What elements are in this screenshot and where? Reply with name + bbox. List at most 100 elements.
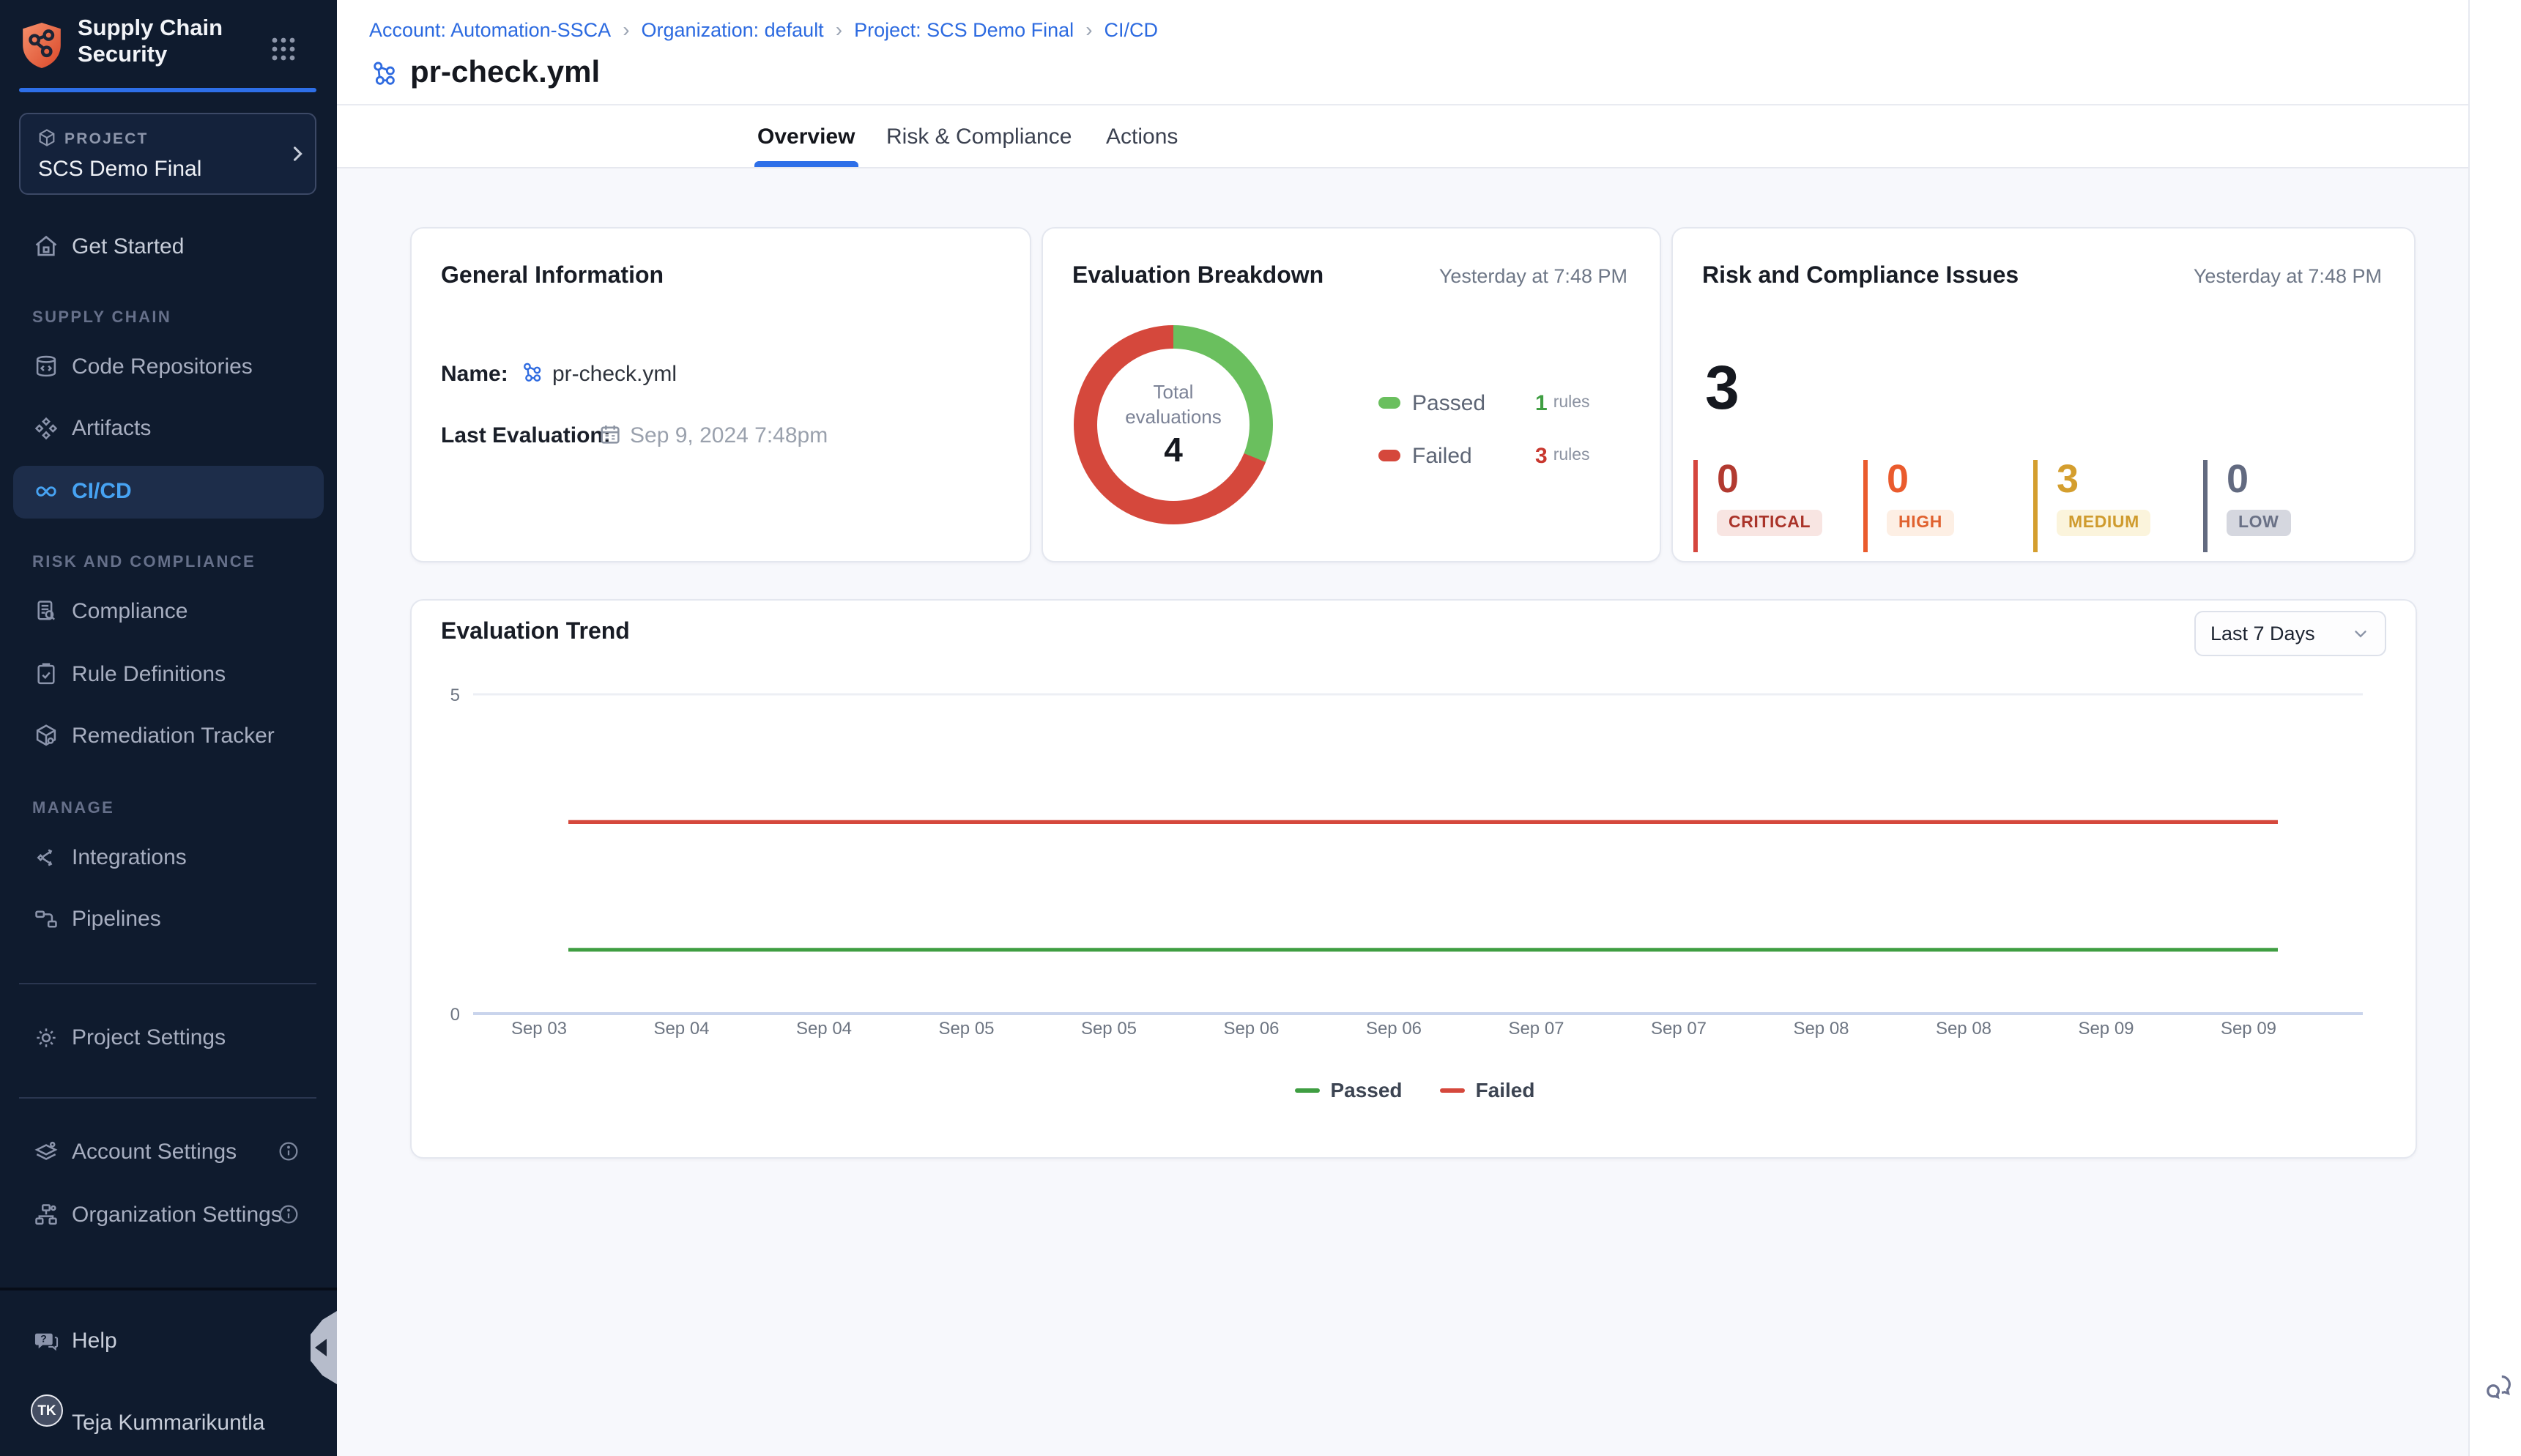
legend-label: Passed [1412, 390, 1515, 415]
main-area: Account: Automation-SSCA › Organization:… [337, 0, 2468, 1456]
sidebar-item-compliance[interactable]: Compliance [0, 587, 337, 637]
sidebar-item-remediation-tracker[interactable]: Remediation Tracker [0, 712, 337, 762]
chat-assistant-icon[interactable] [2481, 1371, 2515, 1405]
calendar-icon [598, 422, 623, 447]
info-icon[interactable] [277, 1203, 300, 1226]
failed-line-icon [1441, 1088, 1466, 1092]
sidebar-item-project-settings[interactable]: Project Settings [0, 1014, 337, 1063]
app-title-line1: Supply Chain [78, 16, 223, 41]
svg-text:Sep 09: Sep 09 [2221, 1019, 2276, 1039]
svg-text:Sep 09: Sep 09 [2078, 1019, 2134, 1039]
svg-text:Sep 06: Sep 06 [1223, 1019, 1279, 1039]
donut-center-label: evaluations [1125, 404, 1222, 429]
card-title: General Information [441, 264, 664, 290]
home-icon [32, 233, 60, 261]
sidebar: Supply Chain Security PROJECT SCS Demo F… [0, 0, 337, 1456]
sidebar-item-code-repositories[interactable]: Code Repositories [0, 343, 337, 393]
severity-badge: LOW [2227, 510, 2290, 536]
project-selector[interactable]: PROJECT SCS Demo Final [19, 113, 316, 195]
svg-text:Sep 04: Sep 04 [796, 1019, 852, 1039]
severity-count: 0 [1717, 460, 1822, 499]
module-switcher-icon[interactable] [271, 37, 296, 62]
total-issues-count: 3 [1705, 353, 1740, 423]
svg-text:Sep 05: Sep 05 [1081, 1019, 1137, 1039]
name-label: Name: [441, 362, 508, 387]
sidebar-item-label: Account Settings [72, 1140, 237, 1165]
sidebar-item-account-settings[interactable]: Account Settings [0, 1128, 337, 1178]
sidebar-item-rule-definitions[interactable]: Rule Definitions [0, 650, 337, 700]
donut-center-label: Total [1154, 379, 1194, 404]
info-icon[interactable] [277, 1140, 300, 1163]
sidebar-user[interactable]: TK Teja Kummarikuntla [0, 1399, 337, 1449]
sidebar-item-help[interactable]: ? Help [0, 1317, 337, 1367]
sidebar-item-label: Organization Settings [72, 1203, 282, 1227]
collapse-left-arrow-icon [315, 1339, 327, 1356]
sidebar-item-integrations[interactable]: Integrations [0, 833, 337, 883]
tab-overview[interactable]: Overview [757, 105, 855, 167]
svg-text:Sep 05: Sep 05 [938, 1019, 994, 1039]
breadcrumb-project-link[interactable]: Project: SCS Demo Final [854, 18, 1074, 40]
name-value: pr-check.yml [552, 362, 677, 387]
sidebar-item-organization-settings[interactable]: Organization Settings [0, 1191, 337, 1241]
donut-center-value: 4 [1164, 431, 1183, 470]
svg-text:Sep 08: Sep 08 [1936, 1019, 1991, 1039]
breadcrumb-chevron-icon: › [623, 18, 629, 41]
tab-risk-and-compliance[interactable]: Risk & Compliance [886, 105, 1072, 167]
sidebar-divider [19, 1097, 316, 1099]
app-root: Supply Chain Security PROJECT SCS Demo F… [0, 0, 2521, 1456]
pipelines-icon [32, 905, 60, 933]
legend-label: Failed [1412, 443, 1515, 468]
card-timestamp: Yesterday at 7:48 PM [1439, 265, 1627, 287]
svg-text:Sep 03: Sep 03 [511, 1019, 567, 1039]
logo-row: Supply Chain Security [0, 0, 337, 85]
title-row: pr-check.yml [369, 54, 600, 92]
sidebar-divider [19, 983, 316, 984]
pipeline-file-icon [369, 58, 400, 89]
sidebar-item-get-started[interactable]: Get Started [0, 223, 337, 272]
tabs: Overview Risk & Compliance Actions [337, 105, 2468, 168]
trend-legend: Passed Failed [412, 1078, 2418, 1102]
project-cube-icon [37, 127, 57, 148]
severity-count: 0 [2227, 460, 2290, 499]
page-header: Account: Automation-SSCA › Organization:… [337, 0, 2468, 168]
sidebar-item-label: CI/CD [72, 479, 132, 504]
sidebar-item-pipelines[interactable]: Pipelines [0, 895, 337, 945]
severity-tile-high: 0 HIGH [1863, 460, 1954, 552]
card-title: Evaluation Breakdown [1072, 264, 1323, 290]
supply-chain-security-logo-icon [19, 21, 64, 70]
sidebar-item-label: Integrations [72, 845, 187, 870]
svg-text:Sep 04: Sep 04 [653, 1019, 709, 1039]
project-selector-name: SCS Demo Final [38, 157, 201, 182]
legend-count: 3 [1535, 443, 1548, 468]
trend-legend-label: Passed [1330, 1078, 1402, 1102]
breadcrumb-organization-link[interactable]: Organization: default [642, 18, 824, 40]
sidebar-section-risk-and-compliance: RISK AND COMPLIANCE [32, 554, 256, 571]
artifacts-icon [32, 415, 60, 442]
layers-gear-icon [32, 1138, 60, 1166]
integrations-share-icon [32, 844, 60, 872]
sidebar-item-label: Project Settings [72, 1025, 226, 1050]
compliance-document-icon [32, 598, 60, 625]
card-title: Risk and Compliance Issues [1702, 264, 2019, 290]
evaluation-breakdown-card: Evaluation Breakdown Yesterday at 7:48 P… [1042, 227, 1661, 562]
severity-count: 0 [1887, 460, 1954, 499]
user-initials: TK [37, 1403, 56, 1419]
sidebar-item-cicd[interactable]: CI/CD [0, 467, 337, 517]
legend-unit: rules [1553, 394, 1590, 412]
legend-row-failed: Failed 3 rules [1378, 441, 1590, 470]
svg-text:Sep 07: Sep 07 [1508, 1019, 1564, 1039]
general-information-card: General Information Name: pr-check.yml L… [410, 227, 1031, 562]
breadcrumb: Account: Automation-SSCA › Organization:… [369, 18, 1158, 41]
clipboard-check-icon [32, 661, 60, 688]
trend-legend-label: Failed [1476, 1078, 1535, 1102]
last-evaluation-value: Sep 9, 2024 7:48pm [630, 423, 828, 448]
sidebar-item-label: Remediation Tracker [72, 724, 275, 749]
breadcrumb-cicd-link[interactable]: CI/CD [1104, 18, 1159, 40]
app-title: Supply Chain Security [78, 16, 223, 69]
sidebar-item-artifacts[interactable]: Artifacts [0, 404, 337, 454]
breadcrumb-account-link[interactable]: Account: Automation-SSCA [369, 18, 611, 40]
sidebar-section-supply-chain: SUPPLY CHAIN [32, 309, 171, 327]
sidebar-item-label: Help [72, 1329, 117, 1353]
evaluation-trend-chart: 05Sep 03Sep 04Sep 04Sep 05Sep 05Sep 06Se… [412, 601, 2418, 1160]
tab-actions[interactable]: Actions [1106, 105, 1178, 167]
